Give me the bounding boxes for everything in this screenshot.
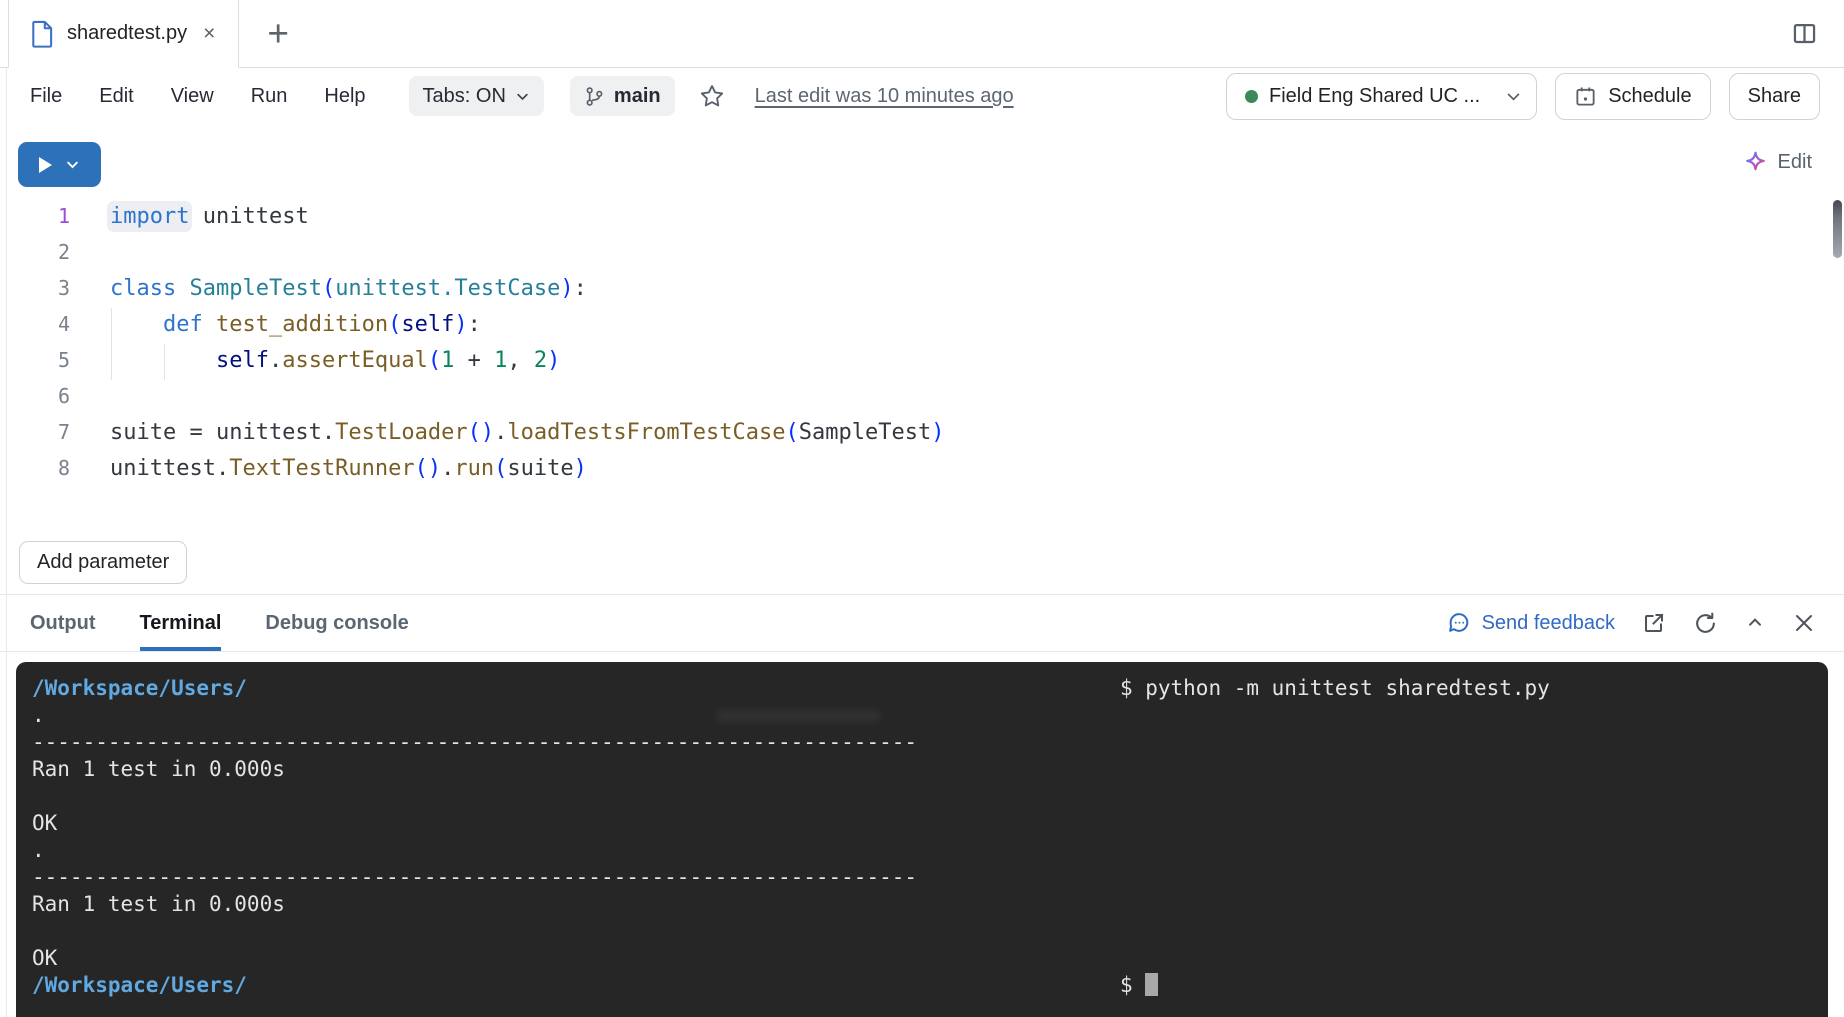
line-number: 3 bbox=[0, 276, 70, 300]
terminal-line bbox=[32, 783, 1812, 810]
play-icon bbox=[39, 157, 52, 173]
header-actions: Field Eng Shared UC ... Schedule Share bbox=[1226, 73, 1820, 120]
cluster-name: Field Eng Shared UC ... bbox=[1269, 85, 1480, 108]
menu-edit[interactable]: Edit bbox=[99, 85, 133, 108]
code-line[interactable]: 3class SampleTest(unittest.TestCase): bbox=[0, 270, 1844, 306]
menu-view[interactable]: View bbox=[171, 85, 214, 108]
tab-debug-console[interactable]: Debug console bbox=[265, 595, 408, 651]
menu-run[interactable]: Run bbox=[251, 85, 288, 108]
refresh-icon[interactable] bbox=[1693, 611, 1718, 636]
terminal-panel[interactable]: /Workspace/Users/$ python -m unittest sh… bbox=[16, 662, 1828, 1017]
calendar-icon bbox=[1574, 85, 1597, 108]
code-line[interactable]: 6 bbox=[0, 378, 1844, 414]
ai-sparkle-icon bbox=[1743, 150, 1768, 175]
panel-actions: Send feedback bbox=[1447, 595, 1816, 651]
cluster-status-dot bbox=[1245, 90, 1258, 103]
run-button[interactable] bbox=[18, 142, 101, 187]
tab-output[interactable]: Output bbox=[30, 595, 96, 651]
indent-guide bbox=[164, 344, 165, 380]
share-button[interactable]: Share bbox=[1729, 73, 1820, 120]
collapse-panel-icon[interactable] bbox=[1745, 613, 1765, 633]
send-feedback-link[interactable]: Send feedback bbox=[1447, 611, 1615, 636]
code-line[interactable]: 5 self.assertEqual(1 + 1, 2) bbox=[0, 342, 1844, 378]
indent-guide bbox=[111, 308, 112, 380]
assistant-edit-link[interactable]: Edit bbox=[1743, 150, 1812, 175]
schedule-button[interactable]: Schedule bbox=[1555, 73, 1710, 120]
favorite-star-icon[interactable] bbox=[699, 83, 725, 109]
last-edit-link[interactable]: Last edit was 10 minutes ago bbox=[755, 85, 1014, 108]
terminal-line: OK bbox=[32, 945, 1812, 972]
terminal-line: Ran 1 test in 0.000s bbox=[32, 891, 1812, 918]
terminal-line: Ran 1 test in 0.000s bbox=[32, 756, 1812, 783]
send-feedback-label: Send feedback bbox=[1482, 612, 1615, 635]
file-tab-sharedtest[interactable]: sharedtest.py × bbox=[8, 0, 239, 68]
file-document-icon bbox=[31, 20, 54, 48]
menu-bar: File Edit View Run Help Tabs: ON main La… bbox=[0, 68, 1844, 124]
code-line[interactable]: 4 def test_addition(self): bbox=[0, 306, 1844, 342]
line-number: 5 bbox=[0, 348, 70, 372]
terminal-line: . bbox=[32, 837, 1812, 864]
terminal-line: . bbox=[32, 702, 1812, 729]
schedule-label: Schedule bbox=[1608, 85, 1691, 108]
branch-name: main bbox=[614, 85, 661, 108]
git-branch-icon bbox=[584, 86, 605, 107]
code-line[interactable]: 7suite = unittest.TestLoader().loadTests… bbox=[0, 414, 1844, 450]
editor-scrollbar-thumb[interactable] bbox=[1833, 200, 1842, 258]
chevron-down-icon bbox=[515, 89, 530, 104]
line-number: 1 bbox=[0, 204, 70, 228]
pane-left-divider bbox=[6, 62, 7, 1017]
terminal-cursor bbox=[1145, 973, 1158, 996]
file-tab-label: sharedtest.py bbox=[67, 22, 187, 45]
line-number: 7 bbox=[0, 420, 70, 444]
split-view-icon[interactable] bbox=[1791, 20, 1818, 47]
terminal-line: /Workspace/Users/$ python -m unittest sh… bbox=[32, 675, 1812, 702]
chevron-down-icon bbox=[1505, 88, 1522, 105]
output-panel-tabbar: Output Terminal Debug console Send feedb… bbox=[0, 594, 1844, 652]
terminal-line bbox=[32, 918, 1812, 945]
file-tab-strip: sharedtest.py × + bbox=[0, 0, 1844, 68]
menu-file[interactable]: File bbox=[30, 85, 62, 108]
close-panel-icon[interactable] bbox=[1792, 611, 1816, 635]
menu-help[interactable]: Help bbox=[324, 85, 365, 108]
code-lines: 1import unittest 2 3class SampleTest(unit… bbox=[0, 198, 1844, 486]
tabs-toggle-label: Tabs: ON bbox=[423, 85, 506, 108]
line-number: 6 bbox=[0, 384, 70, 408]
terminal-line: OK bbox=[32, 810, 1812, 837]
feedback-bubble-icon bbox=[1447, 611, 1472, 636]
code-line[interactable]: 2 bbox=[0, 234, 1844, 270]
terminal-line: ----------------------------------------… bbox=[32, 864, 1812, 891]
code-editor[interactable]: 1import unittest 2 3class SampleTest(unit… bbox=[0, 198, 1844, 528]
add-parameter-label: Add parameter bbox=[37, 551, 169, 574]
terminal-line: ----------------------------------------… bbox=[32, 729, 1812, 756]
new-tab-button[interactable]: + bbox=[267, 15, 289, 52]
cluster-selector[interactable]: Field Eng Shared UC ... bbox=[1226, 73, 1537, 120]
tabs-toggle[interactable]: Tabs: ON bbox=[409, 76, 544, 116]
branch-selector[interactable]: main bbox=[570, 76, 675, 116]
line-number: 2 bbox=[0, 240, 70, 264]
terminal-lines: /Workspace/Users/$ python -m unittest sh… bbox=[32, 675, 1812, 999]
terminal-line: /Workspace/Users/$ bbox=[32, 972, 1812, 999]
line-number: 8 bbox=[0, 456, 70, 480]
share-label: Share bbox=[1748, 85, 1801, 108]
edit-label: Edit bbox=[1778, 151, 1812, 174]
line-number: 4 bbox=[0, 312, 70, 336]
redacted-text-smudge bbox=[716, 710, 881, 722]
code-line[interactable]: 8unittest.TextTestRunner().run(suite) bbox=[0, 450, 1844, 486]
close-tab-icon[interactable]: × bbox=[200, 21, 218, 46]
code-line[interactable]: 1import unittest bbox=[0, 198, 1844, 234]
open-external-icon[interactable] bbox=[1642, 611, 1666, 635]
add-parameter-button[interactable]: Add parameter bbox=[19, 541, 187, 584]
chevron-down-icon bbox=[65, 157, 80, 172]
tab-terminal[interactable]: Terminal bbox=[140, 595, 222, 651]
